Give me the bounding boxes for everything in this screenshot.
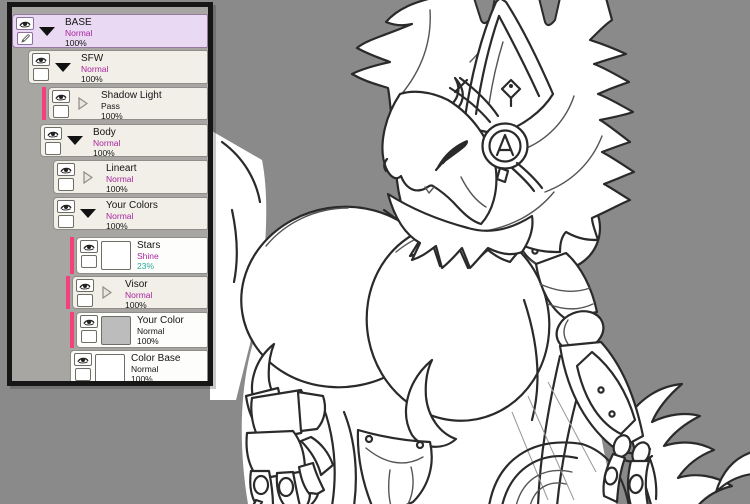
eye-icon [77, 357, 89, 363]
collapsed-triangle [78, 97, 88, 110]
visibility-toggle[interactable] [80, 315, 98, 328]
visibility-toggle[interactable] [52, 90, 70, 103]
visibility-toggle[interactable] [57, 163, 75, 176]
layer-thumbnail[interactable] [101, 241, 131, 270]
mask-thumbnail[interactable] [81, 255, 97, 268]
expand-triangle-icon[interactable] [71, 88, 95, 119]
layer-opacity: 100% [137, 336, 159, 346]
layer-opacity: 100% [81, 74, 103, 84]
layer-name: Shadow Light [101, 90, 162, 101]
layer-mode: Normal [137, 326, 165, 336]
layer-row-shadow-light[interactable]: Shadow Light Pass 100% [48, 87, 208, 121]
collapsed-triangle [83, 170, 93, 184]
layer-mode: Normal [125, 290, 153, 300]
group-thumbnail[interactable] [45, 142, 61, 155]
layer-name: SFW [81, 53, 104, 64]
pencil-icon [20, 34, 30, 43]
eye-icon [60, 167, 72, 173]
clip-indicator [42, 87, 46, 120]
layers-panel: BASE Normal 100% SFW Normal 100% Shadow … [7, 2, 213, 386]
collapse-triangle-icon[interactable] [76, 198, 100, 229]
layer-row-body[interactable]: Body Normal 100% [40, 124, 208, 158]
layer-row-stars[interactable]: Stars Shine 23% [76, 237, 208, 274]
layer-mode: Normal [93, 138, 121, 148]
layer-name: Your Colors [106, 200, 158, 211]
group-thumbnail[interactable] [33, 68, 49, 81]
layers-list: BASE Normal 100% SFW Normal 100% Shadow … [12, 7, 208, 381]
layer-mode: Normal [131, 364, 159, 374]
belly-plate [356, 428, 433, 504]
layer-row-lineart[interactable]: Lineart Normal 100% [53, 160, 208, 194]
clip-indicator [70, 312, 74, 348]
collapse-triangle-icon[interactable] [35, 15, 59, 47]
layer-name: Lineart [106, 163, 137, 174]
eye-icon [55, 94, 67, 100]
visibility-toggle[interactable] [80, 240, 98, 253]
layer-row-base[interactable]: BASE Normal 100% [12, 14, 208, 48]
layer-mode: Pass [101, 101, 120, 111]
layer-opacity: 100% [131, 374, 153, 381]
mask-thumbnail[interactable] [75, 368, 91, 381]
visibility-toggle[interactable] [57, 200, 75, 213]
layer-mode: Normal [106, 174, 134, 184]
layer-mode: Shine [137, 251, 159, 261]
layer-row-visor[interactable]: Visor Normal 100% [72, 276, 208, 310]
group-thumbnail[interactable] [53, 105, 69, 118]
visibility-toggle[interactable] [32, 53, 50, 66]
app-screen: BASE Normal 100% SFW Normal 100% Shadow … [0, 0, 750, 504]
layer-opacity: 23% [137, 261, 155, 271]
visibility-toggle[interactable] [76, 279, 94, 292]
edit-mode-toggle[interactable] [17, 32, 33, 45]
layer-row-sfw[interactable]: SFW Normal 100% [28, 50, 208, 84]
layer-thumbnail[interactable] [101, 316, 131, 345]
layer-opacity: 100% [101, 111, 123, 121]
layer-name: Color Base [131, 353, 181, 364]
layer-name: Visor [125, 279, 148, 290]
group-thumbnail[interactable] [58, 215, 74, 228]
visibility-toggle[interactable] [44, 127, 62, 140]
layer-opacity: 100% [93, 148, 115, 158]
left-hand [244, 386, 335, 504]
layer-name: Your Color [137, 315, 184, 326]
collapsed-triangle [102, 286, 112, 299]
layer-opacity: 100% [106, 184, 128, 194]
layer-row-color-base[interactable]: Color Base Normal 100% [70, 350, 208, 381]
layer-opacity: 100% [106, 221, 128, 231]
layer-name: Body [93, 127, 116, 138]
layer-mode: Normal [106, 211, 134, 221]
eye-icon [83, 319, 95, 325]
eye-icon [83, 244, 95, 250]
layer-thumbnail[interactable] [95, 354, 125, 381]
collapse-triangle-icon[interactable] [51, 51, 75, 83]
expand-triangle-icon[interactable] [76, 161, 100, 193]
visibility-toggle[interactable] [16, 17, 34, 30]
layer-row-your-color[interactable]: Your Color Normal 100% [76, 312, 208, 348]
eye-icon [35, 57, 47, 63]
layer-mode: Normal [81, 64, 109, 74]
layer-row-your-colors[interactable]: Your Colors Normal 100% [53, 197, 208, 231]
clip-indicator [66, 276, 70, 309]
layer-name: BASE [65, 17, 92, 28]
layer-opacity: 100% [125, 300, 147, 310]
eye-icon [60, 204, 72, 210]
eye-icon [79, 283, 91, 289]
mask-thumbnail[interactable] [81, 330, 97, 343]
collapse-triangle-icon[interactable] [63, 125, 87, 156]
eye-icon [47, 131, 59, 137]
clip-indicator [70, 237, 74, 274]
layer-mode: Normal [65, 28, 93, 38]
group-thumbnail[interactable] [58, 178, 74, 191]
visibility-toggle[interactable] [74, 353, 92, 366]
eye-icon [19, 21, 31, 27]
expand-triangle-icon[interactable] [95, 277, 119, 308]
group-thumbnail[interactable] [77, 294, 93, 307]
layer-name: Stars [137, 240, 161, 251]
layer-opacity: 100% [65, 38, 87, 48]
